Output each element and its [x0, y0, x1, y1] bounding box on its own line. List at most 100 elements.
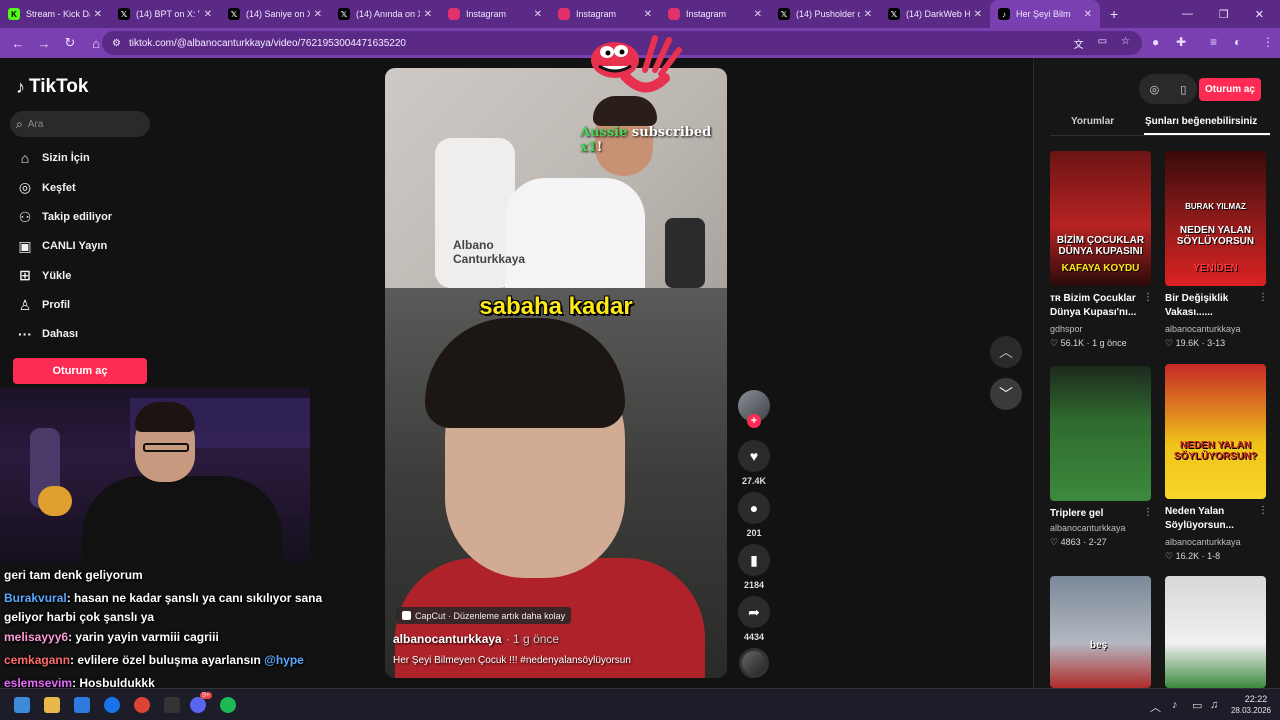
- video-thumbnail[interactable]: [1050, 366, 1151, 501]
- sidebar-item-profile[interactable]: ♙ Profil: [16, 297, 70, 314]
- browser-tab[interactable]: K Stream - Kick Das ✕: [0, 0, 110, 28]
- browser-tab[interactable]: Instagram ✕: [550, 0, 660, 28]
- next-video-button[interactable]: ﹀: [990, 378, 1022, 410]
- previous-video-button[interactable]: ︿: [990, 336, 1022, 368]
- more-options-icon[interactable]: ⋮: [1143, 292, 1153, 303]
- close-tab-icon[interactable]: ✕: [1084, 9, 1092, 20]
- tab-comments[interactable]: Yorumlar: [1071, 116, 1114, 127]
- video-player[interactable]: Albano Canturkkaya Aussie subscribed x1!…: [385, 68, 727, 678]
- more-options-icon[interactable]: ⋮: [1258, 292, 1268, 303]
- card-title[interactable]: Bir Değişiklik Vakası......: [1165, 292, 1257, 320]
- close-tab-icon[interactable]: ✕: [974, 9, 982, 20]
- close-tab-icon[interactable]: ✕: [864, 9, 872, 20]
- tray-chevron-icon[interactable]: ︿: [1150, 699, 1161, 715]
- file-explorer-icon[interactable]: [44, 697, 60, 713]
- x-icon: 𝕏: [228, 8, 240, 20]
- card-title[interactable]: Neden Yalan Söylüyorsun...: [1165, 505, 1257, 533]
- media-icon[interactable]: ≡: [1210, 35, 1217, 49]
- comment-button[interactable]: ●: [738, 492, 770, 524]
- sound-disc-icon[interactable]: [739, 648, 769, 678]
- capcut-badge[interactable]: CapCut · Düzenleme artık daha kolay: [396, 607, 572, 624]
- clock-time[interactable]: 22:22: [1236, 694, 1276, 704]
- browser-tab[interactable]: 𝕏 (14) Pusholder on ✕: [770, 0, 880, 28]
- close-tab-icon[interactable]: ✕: [754, 9, 762, 20]
- sidebar-item-upload[interactable]: ⊞ Yükle: [16, 267, 71, 284]
- browser-menu-icon[interactable]: ⋮: [1262, 35, 1274, 49]
- app-icon[interactable]: [164, 697, 180, 713]
- card-title[interactable]: ᴛʀ Bizim Çocuklar Dünya Kupası'nı...: [1050, 292, 1142, 320]
- tab-recommendations[interactable]: Şunları beğenebilirsiniz: [1145, 116, 1257, 127]
- search-input[interactable]: ⌕ Ara: [10, 111, 150, 137]
- sidebar-item-following[interactable]: ⚇ Takip ediliyor: [16, 209, 112, 226]
- close-tab-icon[interactable]: ✕: [204, 9, 212, 20]
- share-button[interactable]: ➦: [738, 596, 770, 628]
- video-thumbnail[interactable]: beş: [1050, 576, 1151, 688]
- discord-icon[interactable]: [190, 697, 206, 713]
- card-title[interactable]: Triplere gel: [1050, 507, 1142, 521]
- card-username[interactable]: gdhspor: [1050, 324, 1083, 334]
- sidebar-item-compass[interactable]: ◎ Keşfet: [16, 179, 76, 196]
- sidebar-item-more[interactable]: ··· Dahası: [16, 326, 78, 342]
- back-icon[interactable]: ←: [6, 36, 30, 51]
- bookmark-star-icon[interactable]: ☆: [1121, 36, 1130, 51]
- tiktok-logo[interactable]: ♪ TikTok: [16, 76, 88, 98]
- volume-icon[interactable]: ♫: [1210, 699, 1218, 711]
- phone-icon[interactable]: ▯: [1180, 83, 1186, 96]
- login-button-right[interactable]: Oturum aç: [1199, 78, 1261, 101]
- browser-tab[interactable]: 𝕏 (14) Saniye on X: ✕: [220, 0, 330, 28]
- browser-tab[interactable]: Instagram ✕: [660, 0, 770, 28]
- edge-icon[interactable]: [74, 697, 90, 713]
- extension-icon[interactable]: ●: [1152, 35, 1159, 49]
- follow-plus-icon[interactable]: +: [747, 414, 761, 428]
- close-tab-icon[interactable]: ✕: [424, 9, 432, 20]
- mic-icon[interactable]: ♪: [1172, 699, 1178, 711]
- close-tab-icon[interactable]: ✕: [94, 9, 102, 20]
- more-options-icon[interactable]: ⋮: [1143, 507, 1153, 518]
- card-username[interactable]: albanocanturkkaya: [1165, 537, 1241, 547]
- browser-tab[interactable]: Instagram ✕: [440, 0, 550, 28]
- compass-small-icon[interactable]: ◎: [1150, 83, 1160, 96]
- video-thumbnail[interactable]: BURAK YILMAZ NEDEN YALAN SÖYLÜYORSUN YENİD…: [1165, 151, 1266, 286]
- minimize-icon[interactable]: —: [1182, 8, 1193, 20]
- video-thumbnail[interactable]: BİZİM ÇOCUKLAR DÜNYA KUPASINI KAFAYA KOYD…: [1050, 151, 1151, 286]
- sidebar-item-label: Dahası: [42, 327, 79, 340]
- chrome-profile-icon[interactable]: [134, 697, 150, 713]
- extensions-puzzle-icon[interactable]: ✚: [1176, 35, 1186, 49]
- x-icon: 𝕏: [778, 8, 790, 20]
- save-button[interactable]: ▮: [738, 544, 770, 576]
- instagram-icon: [558, 8, 570, 20]
- login-button[interactable]: Oturum aç: [13, 358, 147, 384]
- chevron-up-icon: ︿: [999, 344, 1013, 360]
- browser-tab[interactable]: 𝕏 (14) BPT on X: "Bi ✕: [110, 0, 220, 28]
- chrome-icon[interactable]: [104, 697, 120, 713]
- browser-tab[interactable]: 𝕏 (14) DarkWeb Ha ✕: [880, 0, 990, 28]
- spotify-icon[interactable]: [220, 697, 236, 713]
- video-author[interactable]: albanocanturkkaya · 1 g önce: [393, 632, 559, 646]
- close-tab-icon[interactable]: ✕: [644, 9, 652, 20]
- browser-tab[interactable]: ♪ Her Şeyi Bilm ✕: [990, 0, 1100, 28]
- sidebar-item-live[interactable]: ▣ CANLI Yayın: [16, 238, 107, 255]
- close-tab-icon[interactable]: ✕: [534, 9, 542, 20]
- browser-tab[interactable]: 𝕏 (14) Anında on X: ✕: [330, 0, 440, 28]
- card-username[interactable]: albanocanturkkaya: [1050, 523, 1126, 533]
- sidebar-item-home[interactable]: ⌂ Sizin İçin: [16, 150, 90, 166]
- windows-start-icon[interactable]: [14, 697, 30, 713]
- profile-browser-icon[interactable]: ◐: [1234, 35, 1241, 49]
- video-thumbnail[interactable]: NEDEN YALAN SÖYLÜYORSUN?: [1165, 364, 1266, 499]
- close-window-icon[interactable]: ✕: [1255, 8, 1264, 21]
- forward-icon[interactable]: →: [32, 36, 56, 51]
- translate-icon[interactable]: 文: [1074, 36, 1084, 51]
- monitor-icon[interactable]: ▭: [1192, 699, 1202, 712]
- reload-icon[interactable]: ↻: [58, 35, 82, 51]
- new-tab-button[interactable]: +: [1110, 6, 1118, 22]
- card-username[interactable]: albanocanturkkaya: [1165, 324, 1241, 334]
- maximize-icon[interactable]: ❐: [1219, 8, 1229, 21]
- like-button[interactable]: ♥: [738, 440, 770, 472]
- close-tab-icon[interactable]: ✕: [314, 9, 322, 20]
- cast-icon[interactable]: ▭: [1098, 36, 1107, 51]
- following-icon: ⚇: [18, 208, 32, 225]
- more-options-icon[interactable]: ⋮: [1258, 505, 1268, 516]
- site-info-icon[interactable]: ⚙: [112, 38, 121, 49]
- x-icon: 𝕏: [338, 8, 350, 20]
- video-thumbnail[interactable]: [1165, 576, 1266, 688]
